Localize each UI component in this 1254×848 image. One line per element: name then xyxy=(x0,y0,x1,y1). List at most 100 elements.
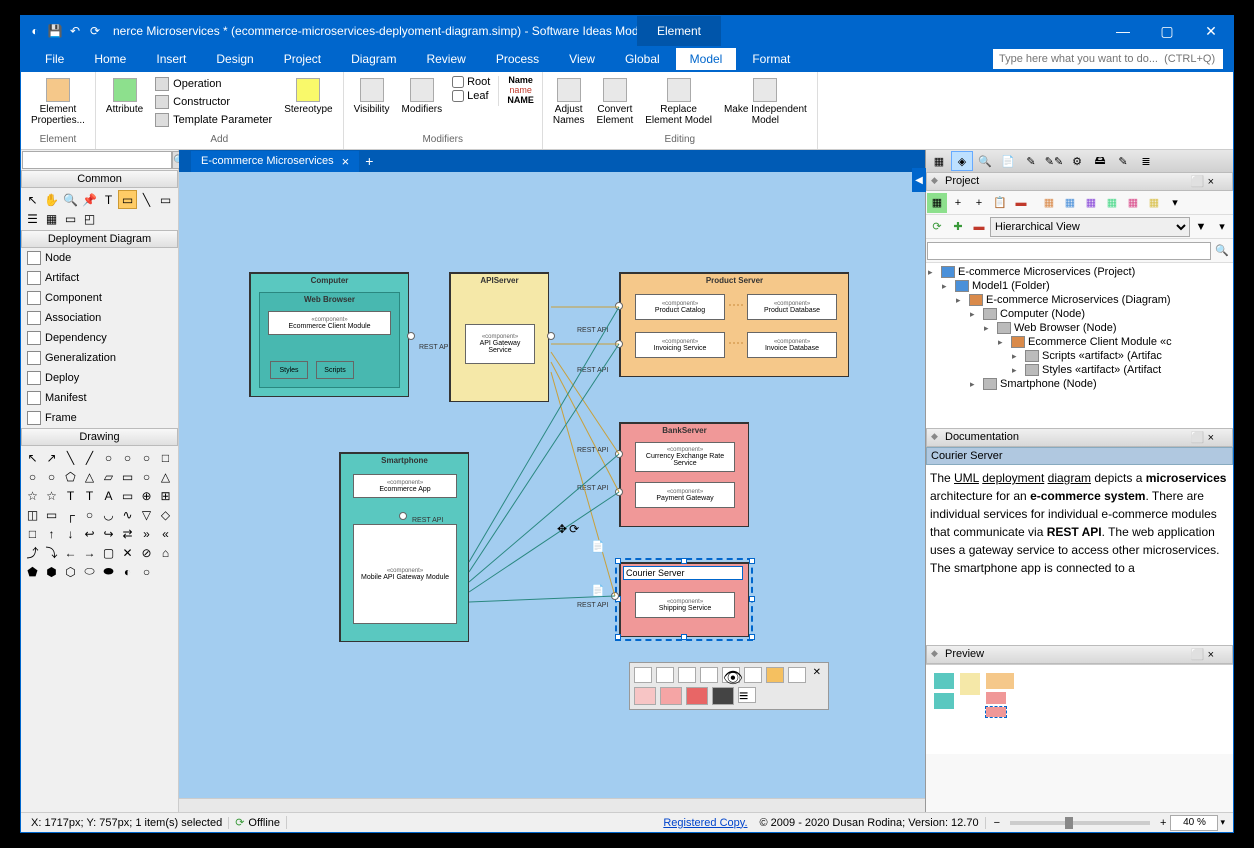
frame-tool[interactable]: ◰ xyxy=(80,209,99,228)
rotate-icon[interactable]: ⟳ xyxy=(569,522,579,536)
shape-tool-32[interactable]: □ xyxy=(23,524,42,543)
ctx-btn-6[interactable] xyxy=(744,667,762,683)
shape-tool-0[interactable]: ↖ xyxy=(23,448,42,467)
constructor-button[interactable]: Constructor xyxy=(153,94,274,110)
panel-tool-3[interactable]: 🔍 xyxy=(974,151,996,171)
tree-item[interactable]: ▸Ecommerce Client Module «c xyxy=(928,335,1231,349)
project-tree[interactable]: ▸E-commerce Microservices (Project)▸Mode… xyxy=(926,263,1233,428)
zoom-in-icon[interactable]: + xyxy=(1156,817,1170,829)
shape-tool-43[interactable]: → xyxy=(80,543,99,562)
shape-tool-51[interactable]: ⬭ xyxy=(80,562,99,581)
panel-tool-4[interactable]: 📄 xyxy=(997,151,1019,171)
proj-tb-3[interactable]: + xyxy=(969,193,989,213)
project-panel-header[interactable]: Project⬜ × xyxy=(926,172,1233,191)
proj-tb-4[interactable]: 📋 xyxy=(990,193,1010,213)
menu-file[interactable]: File xyxy=(31,48,78,70)
shape-tool-50[interactable]: ⬡ xyxy=(61,562,80,581)
panel-tool-10[interactable]: ≣ xyxy=(1135,151,1157,171)
proj-tb-8[interactable]: ▦ xyxy=(1081,193,1101,213)
shape-tool-46[interactable]: ⊘ xyxy=(137,543,156,562)
shape-tool-33[interactable]: ↑ xyxy=(42,524,61,543)
shape-tool-9[interactable]: ○ xyxy=(42,467,61,486)
shape-tool-29[interactable]: ∿ xyxy=(118,505,137,524)
tool-artifact[interactable]: Artifact xyxy=(21,268,178,288)
proj-tb-12[interactable]: ▾ xyxy=(1165,193,1185,213)
menu-design[interactable]: Design xyxy=(202,48,267,70)
pointer-tool[interactable]: ↖ xyxy=(23,190,42,209)
hand-tool[interactable]: ✋ xyxy=(42,190,61,209)
note-icon[interactable]: 📄 xyxy=(591,540,605,553)
documentation-panel-header[interactable]: Documentation⬜ × xyxy=(926,428,1233,447)
add-item-icon[interactable]: ✚ xyxy=(948,217,968,237)
node-name-editor[interactable] xyxy=(623,566,743,580)
note-tool[interactable]: ▭ xyxy=(118,190,137,209)
shape-tool-53[interactable]: ◐ xyxy=(118,562,137,581)
proj-tb-2[interactable]: + xyxy=(948,193,968,213)
remove-item-icon[interactable]: ▬ xyxy=(969,217,989,237)
proj-tb-1[interactable]: ▦ xyxy=(927,193,947,213)
menu-insert[interactable]: Insert xyxy=(142,48,200,70)
common-header[interactable]: Common xyxy=(21,170,178,188)
maximize-button[interactable]: ▢ xyxy=(1145,16,1189,46)
preview-panel-header[interactable]: Preview⬜ × xyxy=(926,645,1233,664)
panel-tool-8[interactable]: 🖴 xyxy=(1089,151,1111,171)
more-colors-icon[interactable]: ≡ xyxy=(738,687,756,703)
document-tab[interactable]: E-commerce Microservices × xyxy=(191,151,359,172)
shape-tool-35[interactable]: ↩ xyxy=(80,524,99,543)
tool-frame[interactable]: Frame xyxy=(21,408,178,428)
shape-tool-44[interactable]: ▢ xyxy=(99,543,118,562)
shape-tool-18[interactable]: T xyxy=(61,486,80,505)
tree-item[interactable]: ▸E-commerce Microservices (Project) xyxy=(928,265,1231,279)
tool-manifest[interactable]: Manifest xyxy=(21,388,178,408)
eye-icon[interactable]: 👁 xyxy=(722,667,740,683)
make-independent-button[interactable]: Make Independent Model xyxy=(722,76,809,128)
bankserver-node[interactable]: BankServer «component»Currency Exchange … xyxy=(619,422,749,527)
productserver-node[interactable]: Product Server «component»Product Catalo… xyxy=(619,272,849,377)
shape-tool-38[interactable]: » xyxy=(137,524,156,543)
folder-icon[interactable] xyxy=(766,667,784,683)
panel-tool-5[interactable]: ✎ xyxy=(1020,151,1042,171)
shape-tool-49[interactable]: ⬢ xyxy=(42,562,61,581)
shape-tool-45[interactable]: ✕ xyxy=(118,543,137,562)
tree-item[interactable]: ▸E-commerce Microservices (Diagram) xyxy=(928,293,1231,307)
menu-model[interactable]: Model xyxy=(676,48,737,70)
box-tool[interactable]: ▭ xyxy=(61,209,80,228)
collapse-panel-button[interactable]: ◀ xyxy=(912,168,926,192)
context-tab[interactable]: Element xyxy=(637,16,721,46)
attribute-button[interactable]: Attribute xyxy=(104,76,145,117)
grid-tool[interactable]: ▦ xyxy=(42,209,61,228)
menu-review[interactable]: Review xyxy=(412,48,479,70)
color-swatch[interactable] xyxy=(712,687,734,705)
text-tool[interactable]: T xyxy=(99,190,118,209)
tree-item[interactable]: ▸Model1 (Folder) xyxy=(928,279,1231,293)
ctx-btn-1[interactable] xyxy=(634,667,652,683)
shape-tool-24[interactable]: ◫ xyxy=(23,505,42,524)
refresh-icon[interactable]: ⟳ xyxy=(87,23,103,39)
proj-tb-10[interactable]: ▦ xyxy=(1123,193,1143,213)
proj-tb-11[interactable]: ▦ xyxy=(1144,193,1164,213)
panel-tool-2[interactable]: ◈ xyxy=(951,151,973,171)
shape-tool-10[interactable]: ⬠ xyxy=(61,467,80,486)
shape-tool-7[interactable]: □ xyxy=(156,448,175,467)
shape-tool-11[interactable]: △ xyxy=(80,467,99,486)
shape-tool-5[interactable]: ○ xyxy=(118,448,137,467)
close-button[interactable]: ✕ xyxy=(1189,16,1233,46)
computer-node[interactable]: Computer Web Browser «component»Ecommerc… xyxy=(249,272,409,397)
apiserver-node[interactable]: APIServer «component»API Gateway Service xyxy=(449,272,549,402)
panel-tool-6[interactable]: ✎✎ xyxy=(1043,151,1065,171)
container-tool[interactable]: ▭ xyxy=(156,190,175,209)
shape-tool-21[interactable]: ▭ xyxy=(118,486,137,505)
shape-tool-42[interactable]: ← xyxy=(61,543,80,562)
shape-tool-30[interactable]: ▽ xyxy=(137,505,156,524)
ctx-close-icon[interactable]: ✕ xyxy=(810,667,824,683)
tree-search-input[interactable] xyxy=(927,242,1211,260)
add-tab-button[interactable]: + xyxy=(359,153,379,169)
gear-icon[interactable]: ⚙ xyxy=(1066,151,1088,171)
command-search-input[interactable] xyxy=(993,49,1223,69)
zoom-input[interactable] xyxy=(1170,815,1218,831)
adjust-button[interactable]: Adjust Names xyxy=(551,76,587,128)
pin-tool[interactable]: 📌 xyxy=(80,190,99,209)
view-mode-select[interactable]: Hierarchical View xyxy=(990,217,1190,237)
ctx-btn-4[interactable] xyxy=(700,667,718,683)
filter-icon[interactable]: ▼ xyxy=(1191,217,1211,237)
